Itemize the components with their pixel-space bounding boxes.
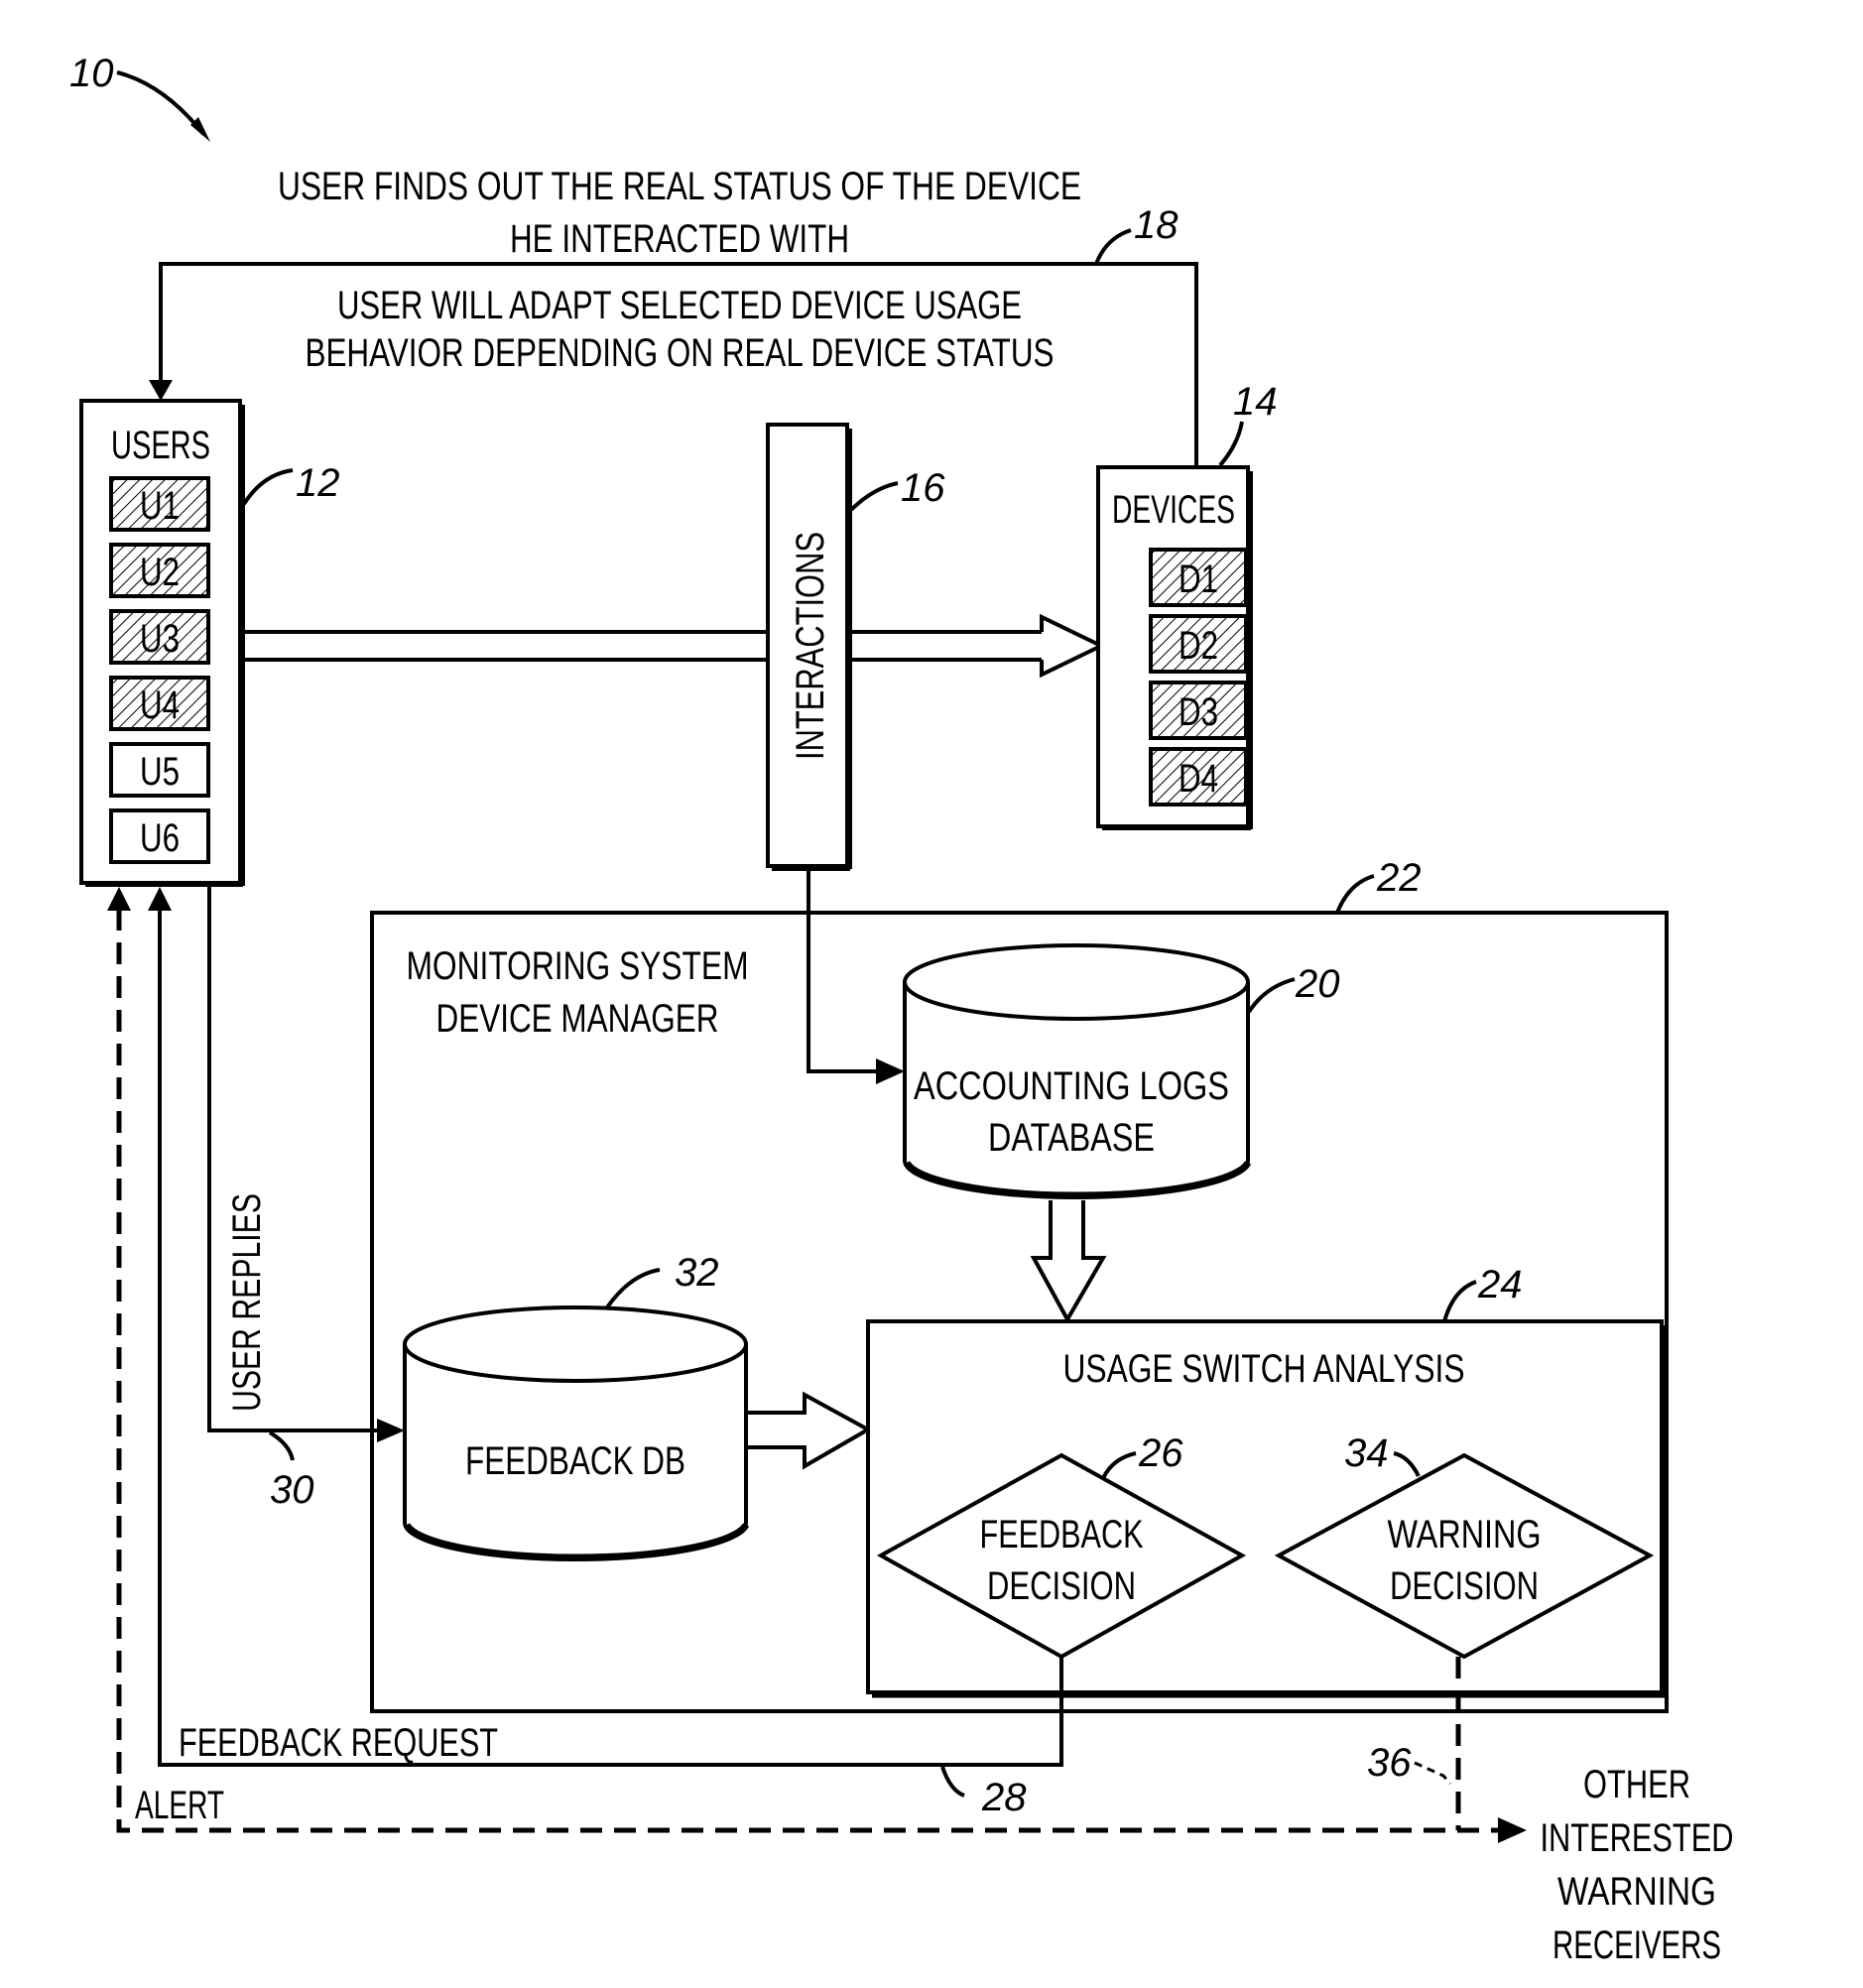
alert-label: ALERT: [135, 1784, 224, 1827]
accounting-db-top: [903, 943, 1250, 1021]
receivers-line-2: INTERESTED: [1541, 1816, 1734, 1860]
alert-leader: [1414, 1761, 1452, 1785]
interactions-box: INTERACTIONS 16: [766, 423, 945, 871]
interactions-to-db-arrowhead: [876, 1058, 905, 1084]
user-cell-label: U2: [140, 551, 180, 594]
users-box: USERS U1 U2 U3 U4 U5 U6 12: [79, 399, 340, 887]
alert-receivers-arrowhead: [1498, 1817, 1527, 1843]
warning-decision-line-2: DECISION: [1390, 1564, 1539, 1608]
db-to-analysis-arrow: [1030, 1200, 1107, 1324]
analysis-reference: 24: [1477, 1263, 1523, 1306]
monitoring-leader: [1335, 874, 1375, 914]
device-status-arrowhead: [149, 380, 173, 401]
figure-reference-number: 10: [69, 52, 114, 95]
accounting-db-label-line-1: ACCOUNTING LOGS: [914, 1064, 1229, 1108]
alert-user-arrowhead: [107, 887, 131, 911]
user-cell-label: U5: [140, 750, 180, 794]
top-notes: USER FINDS OUT THE REAL STATUS OF THE DE…: [278, 165, 1081, 375]
devices-title: DEVICES: [1112, 488, 1235, 532]
devices-leader: [1218, 421, 1244, 467]
user-cell-label: U4: [140, 683, 180, 727]
feedback-db-leader: [605, 1268, 661, 1309]
monitoring-title-line-1: MONITORING SYSTEM: [407, 944, 749, 988]
feedback-db-reference: 32: [675, 1251, 719, 1295]
receivers-line-3: WARNING: [1557, 1870, 1716, 1914]
accounting-logs-database: ACCOUNTING LOGS DATABASE 20: [903, 943, 1340, 1199]
feedback-decision-line-1: FEEDBACK: [980, 1513, 1144, 1556]
interactions-leader: [849, 481, 899, 512]
interactions-to-db-line: [807, 869, 888, 1073]
usage-switch-analysis-box: USAGE SWITCH ANALYSIS 24 FEEDBACK DECISI…: [866, 1263, 1668, 1698]
warning-decision-line-1: WARNING: [1388, 1513, 1542, 1556]
flow-arrowhead: [1040, 613, 1106, 679]
interactions-label: INTERACTIONS: [789, 532, 832, 760]
feedback-db-to-analysis-arrow: [748, 1391, 873, 1470]
monitoring-title-line-2: DEVICE MANAGER: [436, 997, 719, 1041]
device-cell-label: D3: [1179, 690, 1218, 734]
interactions-to-db-connector: [807, 869, 905, 1084]
analysis-title: USAGE SWITCH ANALYSIS: [1063, 1347, 1465, 1391]
accounting-db-reference: 20: [1295, 962, 1340, 1006]
feedback-database: FEEDBACK DB 32: [403, 1251, 750, 1561]
figure-reference-arrow: [116, 70, 205, 136]
alert-reference: 36: [1367, 1741, 1412, 1785]
interaction-flow-arrow: [243, 613, 1106, 679]
feedback-db-label: FEEDBACK DB: [465, 1439, 685, 1483]
user-replies-connector: USER REPLIES 30: [207, 885, 405, 1512]
note-line-3: USER WILL ADAPT SELECTED DEVICE USAGE: [337, 284, 1022, 327]
receivers-line-4: RECEIVERS: [1552, 1924, 1721, 1967]
figure-reference: 10: [69, 52, 210, 142]
user-replies-reference: 30: [270, 1468, 314, 1512]
system-diagram: 10 USER FINDS OUT THE REAL STATUS OF THE…: [69, 52, 1734, 1967]
user-replies-arrowhead: [377, 1419, 405, 1442]
analysis-leader: [1442, 1280, 1477, 1322]
loop-leader: [1094, 228, 1132, 265]
feedback-request-arrowhead: [148, 887, 172, 911]
user-replies-label: USER REPLIES: [225, 1193, 269, 1412]
user-cell-label: U6: [140, 816, 180, 860]
users-leader: [242, 468, 294, 506]
user-cell-label: U1: [140, 484, 180, 528]
note-line-2: HE INTERACTED WITH: [510, 217, 849, 261]
accounting-db-label-line-2: DATABASE: [988, 1116, 1155, 1160]
feedback-decision-line-2: DECISION: [987, 1564, 1136, 1608]
warning-decision-reference: 34: [1344, 1431, 1389, 1475]
users-reference: 12: [296, 461, 340, 505]
interactions-reference: 16: [901, 466, 945, 510]
loop-reference: 18: [1134, 203, 1179, 247]
devices-box: DEVICES D1 D2 D3 D4 14: [1096, 380, 1278, 830]
device-cell-label: D1: [1179, 558, 1218, 601]
user-cell-label: U3: [140, 617, 180, 661]
accounting-db-leader: [1247, 977, 1296, 1014]
note-line-4: BEHAVIOR DEPENDING ON REAL DEVICE STATUS: [306, 331, 1055, 375]
devices-reference: 14: [1233, 380, 1278, 424]
feedback-request-leader: [940, 1766, 965, 1798]
other-warning-receivers: OTHER INTERESTED WARNING RECEIVERS: [1541, 1763, 1734, 1967]
device-cell-label: D4: [1179, 757, 1218, 801]
device-cell-label: D2: [1179, 624, 1218, 668]
users-title: USERS: [111, 424, 210, 467]
note-line-1: USER FINDS OUT THE REAL STATUS OF THE DE…: [278, 165, 1081, 208]
user-replies-leader: [268, 1430, 295, 1461]
feedback-request-reference: 28: [981, 1776, 1027, 1819]
monitoring-reference: 22: [1376, 856, 1422, 900]
feedback-db-top: [403, 1305, 748, 1383]
receivers-line-1: OTHER: [1583, 1763, 1690, 1806]
feedback-decision-reference: 26: [1138, 1431, 1183, 1475]
feedback-request-label: FEEDBACK REQUEST: [179, 1721, 498, 1765]
